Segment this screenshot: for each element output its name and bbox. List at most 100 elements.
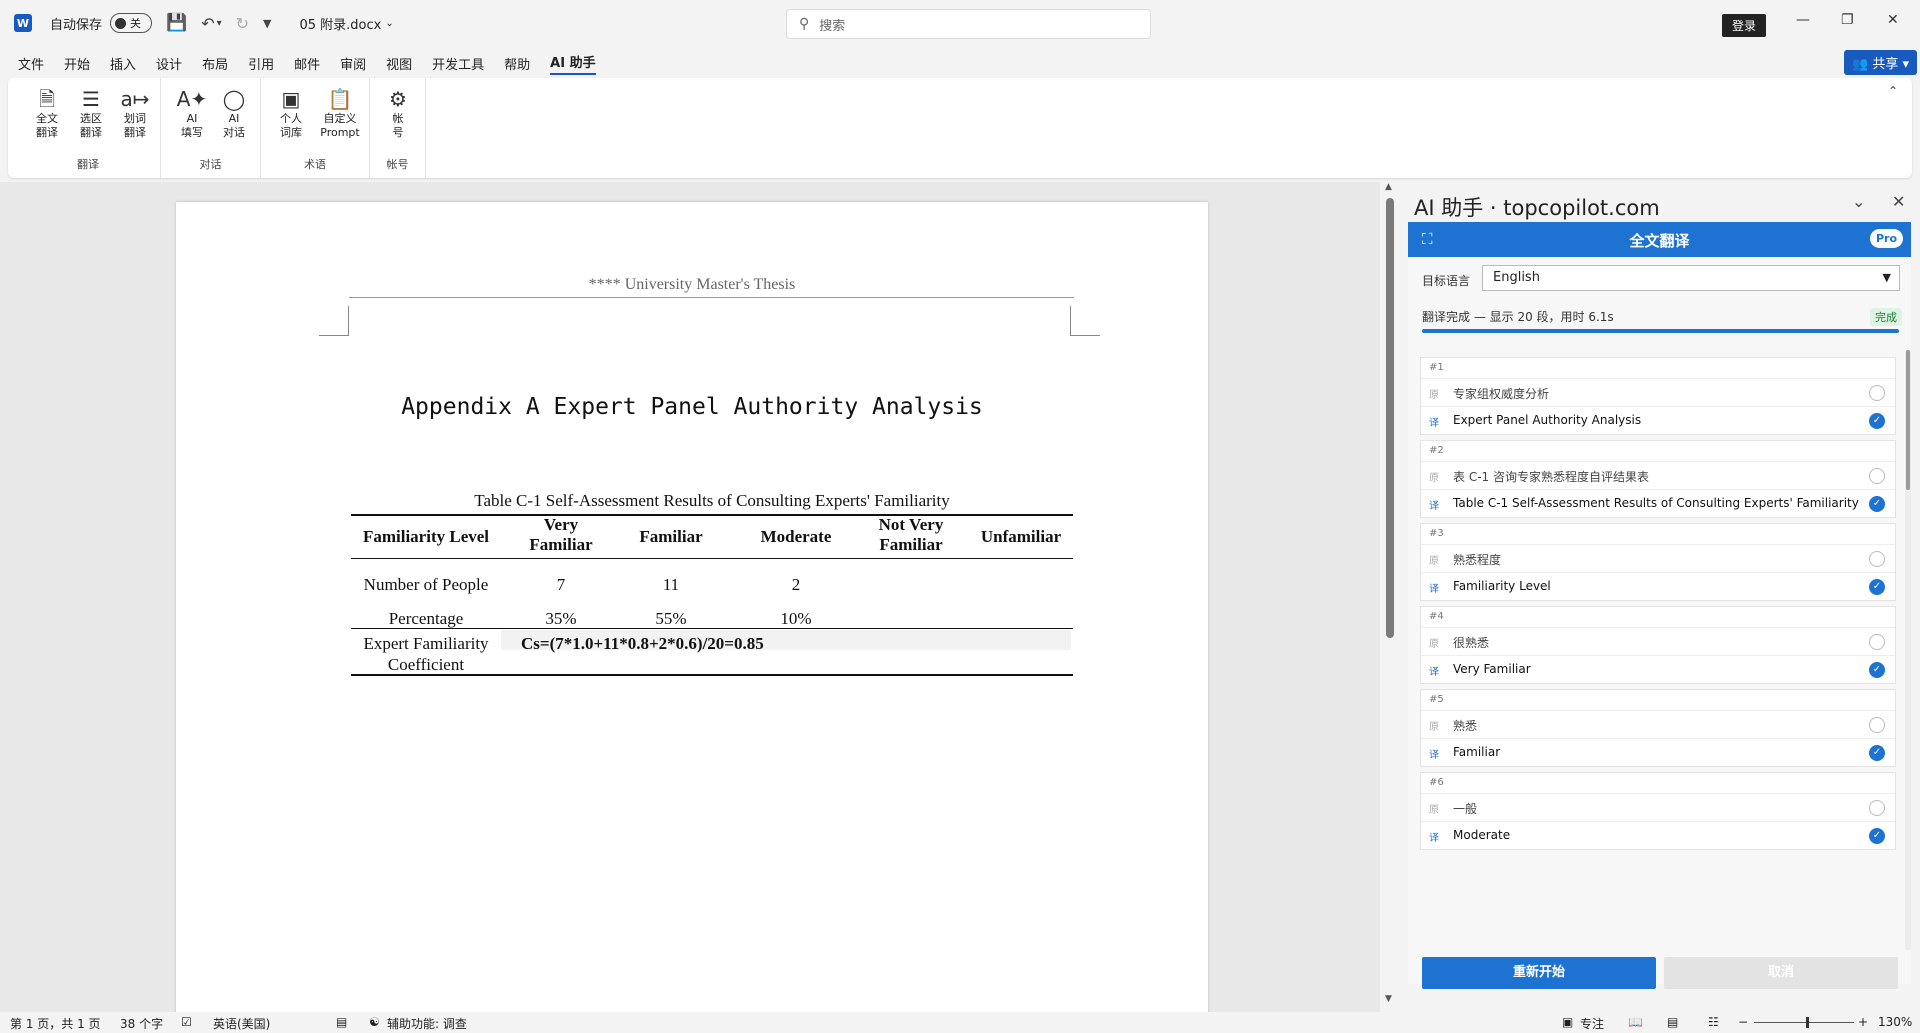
zoom-in-icon[interactable]: + — [1858, 1015, 1868, 1029]
table-header-rule — [351, 558, 1073, 559]
account-button[interactable]: ⚙ 帐 号 — [377, 86, 419, 140]
personal-dictionary-button[interactable]: ▣ 个人 词库 — [270, 86, 312, 140]
segment-source-row[interactable]: 原 熟悉程度 — [1421, 544, 1895, 572]
segment-target: Very Familiar — [1453, 662, 1531, 676]
custom-prompt-button[interactable]: 📋 自定义 Prompt — [316, 86, 364, 140]
account-icon: ⚙ — [389, 87, 407, 111]
zoom-level[interactable]: 130% — [1878, 1015, 1912, 1029]
unchecked-circle-icon[interactable] — [1869, 634, 1885, 650]
check-circle-icon[interactable]: ✓ — [1869, 579, 1885, 595]
tab-mailings[interactable]: 邮件 — [294, 54, 320, 73]
word-count[interactable]: 38 个字 — [120, 1015, 163, 1032]
focus-mode[interactable]: 专注 — [1580, 1015, 1604, 1032]
customize-toolbar-icon[interactable]: ▼ — [263, 17, 271, 30]
scrollbar-thumb[interactable] — [1906, 350, 1910, 490]
segment-target-row[interactable]: 译 Very Familiar ✓ — [1421, 655, 1895, 683]
tab-layout[interactable]: 布局 — [202, 54, 228, 73]
segment-source-row[interactable]: 原 很熟悉 — [1421, 627, 1895, 655]
segment-target-row[interactable]: 译 Familiarity Level ✓ — [1421, 572, 1895, 600]
target-language-select[interactable]: English ▼ — [1482, 265, 1900, 291]
segment-target-row[interactable]: 译 Table C-1 Self-Assessment Results of Co… — [1421, 489, 1895, 517]
full-translate-button[interactable]: 🗎 全文 翻译 — [26, 86, 68, 140]
segment-source: 表 C-1 咨询专家熟悉程度自评结果表 — [1453, 470, 1649, 484]
segment-source-row[interactable]: 原 熟悉 — [1421, 710, 1895, 738]
unchecked-circle-icon[interactable] — [1869, 468, 1885, 484]
proofing-icon[interactable]: ☑ — [181, 1015, 192, 1029]
scrollbar-thumb[interactable] — [1386, 198, 1394, 638]
chevron-down-icon[interactable]: ⌄ — [385, 18, 393, 29]
login-button[interactable]: 登录 — [1722, 14, 1767, 37]
zoom-slider[interactable] — [1754, 1022, 1854, 1023]
accessibility-status[interactable]: 辅助功能: 调查 — [387, 1015, 467, 1032]
segment-target-row[interactable]: 译 Familiar ✓ — [1421, 738, 1895, 766]
tab-file[interactable]: 文件 — [18, 54, 44, 73]
word-translate-button[interactable]: a↦ 划词 翻译 — [114, 86, 156, 140]
text-predictions-icon[interactable]: ▤ — [336, 1015, 347, 1029]
minimize-icon[interactable]: — — [1796, 12, 1810, 28]
restore-icon[interactable]: ❐ — [1841, 12, 1854, 28]
tab-ai-assistant[interactable]: AI 助手 — [550, 52, 596, 75]
tab-home[interactable]: 开始 — [64, 54, 90, 73]
search-input[interactable]: ⚲ 搜索 — [786, 9, 1151, 39]
restart-button[interactable]: 重新开始 — [1422, 957, 1656, 989]
panel-title: AI 助手 · topcopilot.com — [1414, 196, 1660, 220]
ai-fill-button[interactable]: A✦ AI 填写 — [171, 86, 213, 140]
button-label: Prompt — [320, 126, 360, 139]
web-layout-icon[interactable]: ☷ — [1708, 1015, 1719, 1029]
page-count[interactable]: 第 1 页，共 1 页 — [10, 1015, 101, 1032]
menu-bar: 文件 开始 插入 设计 布局 引用 邮件 审阅 视图 开发工具 帮助 AI 助手 — [0, 50, 1920, 76]
scroll-down-icon[interactable]: ▼ — [1385, 994, 1392, 1004]
check-circle-icon[interactable]: ✓ — [1869, 496, 1885, 512]
segment-source-row[interactable]: 原 表 C-1 咨询专家熟悉程度自评结果表 — [1421, 461, 1895, 489]
unchecked-circle-icon[interactable] — [1869, 385, 1885, 401]
target-language-value: English — [1493, 270, 1540, 285]
tab-help[interactable]: 帮助 — [504, 54, 530, 73]
document-name[interactable]: 05 附录.docx — [300, 14, 382, 33]
unchecked-circle-icon[interactable] — [1869, 717, 1885, 733]
selection-translate-button[interactable]: ☰ 选区 翻译 — [70, 86, 112, 140]
undo-icon[interactable]: ↶ — [201, 14, 214, 33]
unchecked-circle-icon[interactable] — [1869, 800, 1885, 816]
segment-target-row[interactable]: 译 Moderate ✓ — [1421, 821, 1895, 849]
document-page[interactable]: **** University Master's Thesis Appendix… — [176, 202, 1208, 1032]
close-icon[interactable]: ✕ — [1887, 12, 1899, 28]
check-circle-icon[interactable]: ✓ — [1869, 828, 1885, 844]
document-scrollbar[interactable]: ▲ ▼ — [1384, 182, 1396, 1008]
zoom-slider-thumb[interactable] — [1806, 1017, 1809, 1028]
panel-options-icon[interactable]: ⌄ — [1852, 192, 1865, 211]
zoom-out-icon[interactable]: − — [1738, 1015, 1748, 1029]
segment-source-row[interactable]: 原 专家组权威度分析 — [1421, 378, 1895, 406]
share-button[interactable]: 👥 共享 ▾ — [1844, 50, 1918, 75]
undo-dropdown-icon[interactable]: ▾ — [217, 18, 222, 29]
read-mode-icon[interactable]: 📖 — [1628, 1015, 1643, 1029]
check-circle-icon[interactable]: ✓ — [1869, 413, 1885, 429]
segment-target-row[interactable]: 译 Expert Panel Authority Analysis ✓ — [1421, 406, 1895, 434]
ai-chat-button[interactable]: ◯ AI 对话 — [213, 86, 255, 140]
tab-insert[interactable]: 插入 — [110, 54, 136, 73]
print-layout-icon[interactable]: ▤ — [1667, 1015, 1678, 1029]
panel-scrollbar[interactable] — [1905, 350, 1911, 950]
redo-icon[interactable]: ↻ — [236, 14, 249, 33]
language-status[interactable]: 英语(美国) — [213, 1015, 270, 1032]
target-tag: 译 — [1429, 584, 1439, 595]
tab-developer[interactable]: 开发工具 — [432, 54, 484, 73]
tab-view[interactable]: 视图 — [386, 54, 412, 73]
share-label: 共享 — [1872, 57, 1899, 72]
tab-design[interactable]: 设计 — [156, 54, 182, 73]
scroll-up-icon[interactable]: ▲ — [1385, 182, 1392, 192]
check-circle-icon[interactable]: ✓ — [1869, 745, 1885, 761]
collapse-ribbon-icon[interactable]: ⌃ — [1888, 84, 1898, 98]
autosave-toggle[interactable]: 关 — [110, 13, 153, 33]
tab-review[interactable]: 审阅 — [340, 54, 366, 73]
unchecked-circle-icon[interactable] — [1869, 551, 1885, 567]
check-circle-icon[interactable]: ✓ — [1869, 662, 1885, 678]
save-icon[interactable]: 💾 — [166, 13, 187, 33]
cancel-button[interactable]: 取消 — [1664, 957, 1898, 989]
tab-references[interactable]: 引用 — [248, 54, 274, 73]
target-tag: 译 — [1429, 667, 1439, 678]
button-label: 帐 — [392, 112, 404, 125]
appendix-title: Appendix A Expert Panel Authority Analys… — [401, 394, 983, 420]
segment-source-row[interactable]: 原 一般 — [1421, 793, 1895, 821]
panel-close-icon[interactable]: ✕ — [1892, 192, 1905, 211]
segment-number: #1 — [1429, 362, 1444, 373]
